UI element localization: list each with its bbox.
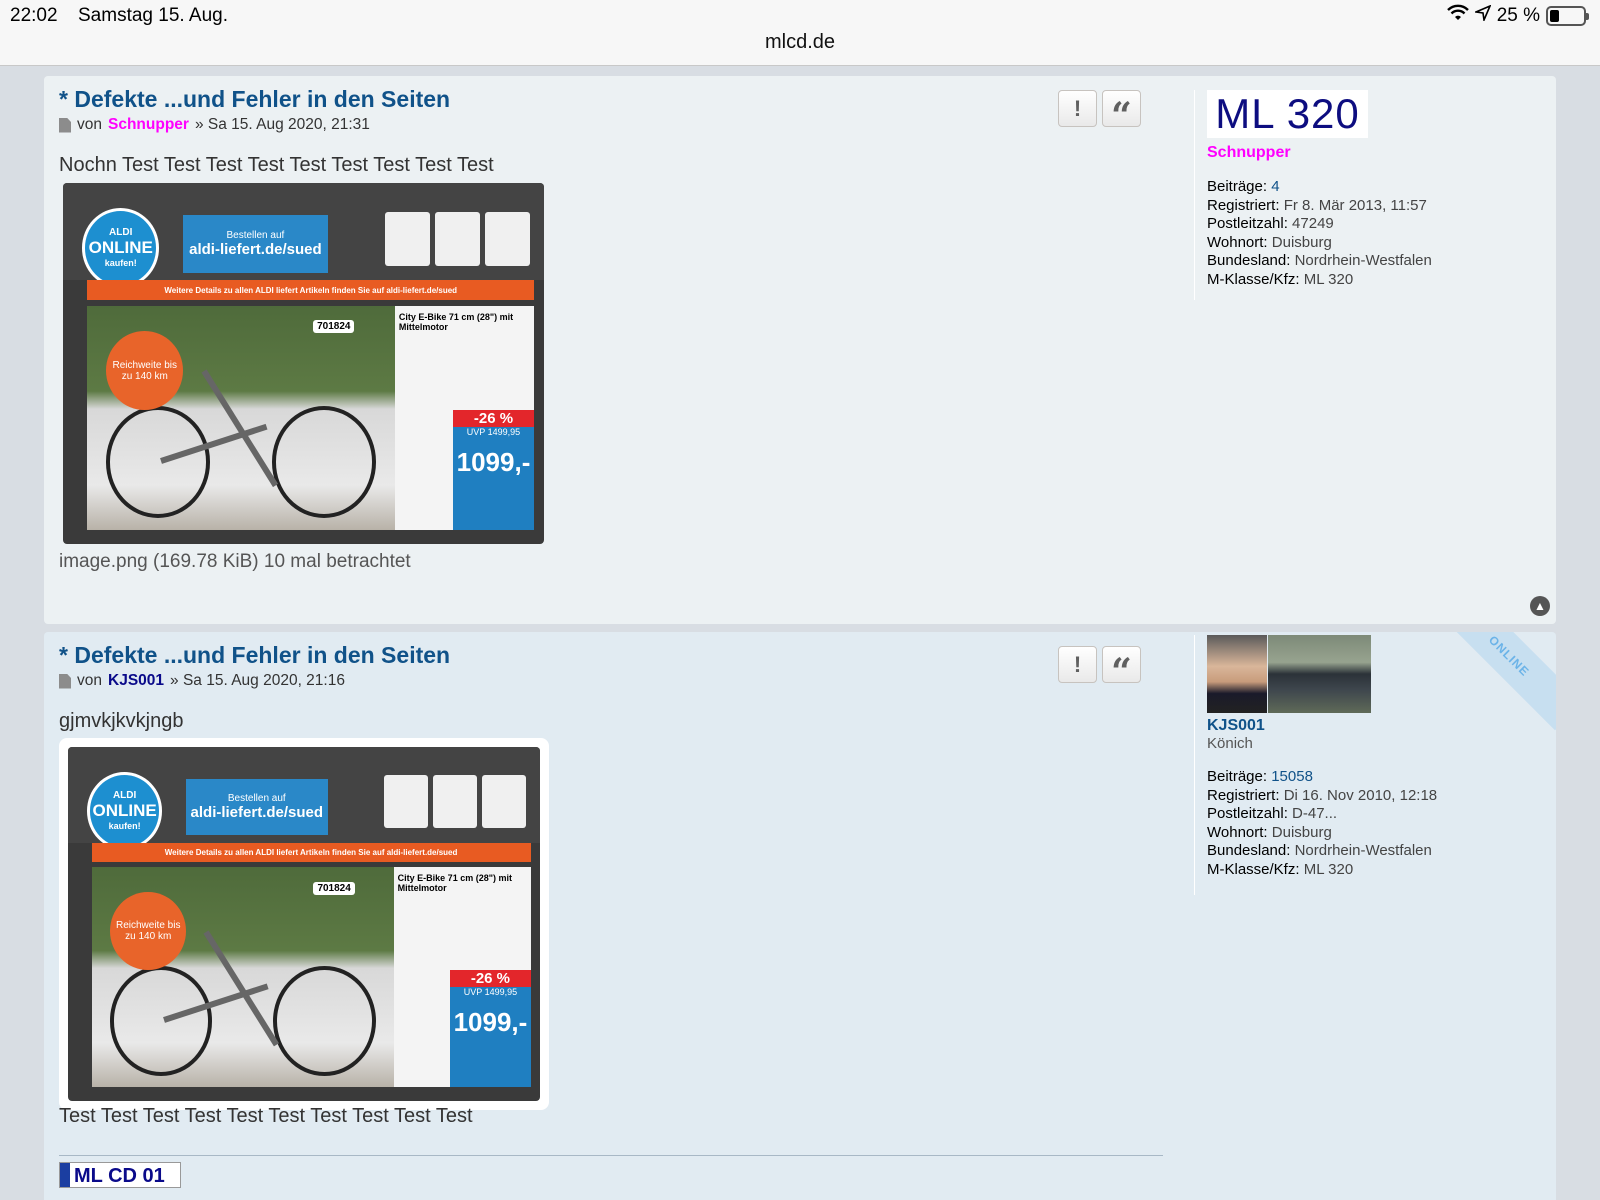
by-prefix: von xyxy=(77,672,102,689)
ad-product-title: City E-Bike 71 cm (28") mit Mittelmotor xyxy=(398,311,514,332)
ad-discount: -26 % xyxy=(450,970,531,988)
aldi-online-logo: ALDI ONLINE kaufen! xyxy=(82,208,160,288)
user-avatar[interactable]: ML 320 xyxy=(1207,90,1368,138)
back-to-top-icon[interactable]: ▲ xyxy=(1530,596,1550,616)
post-content-text: Nochn Test Test Test Test Test Test Test… xyxy=(59,154,494,176)
logo-top-text: ALDI xyxy=(109,227,133,239)
profile-field-city: Wohnort: Duisburg xyxy=(1207,233,1332,251)
ad-feature-icons xyxy=(384,775,526,829)
exclamation-icon: ! xyxy=(1073,95,1082,121)
profile-field-state: Bundesland: Nordrhein-Westfalen xyxy=(1207,252,1432,269)
ad-price: 1099,- xyxy=(453,1007,528,1038)
post-profile: ML 320 Schnupper Beiträge: 4 Registriert… xyxy=(1194,90,1432,300)
profile-field-city: Wohnort: Duisburg xyxy=(1207,823,1332,841)
ad-feature-icons xyxy=(385,211,530,267)
ad-orange-band: Weitere Details zu allen ALDI liefert Ar… xyxy=(91,842,531,863)
profile-field-zip: Postleitzahl: 47249 xyxy=(1207,215,1334,232)
aldi-online-logo: ALDI ONLINE kaufen! xyxy=(86,771,163,850)
ad-site-line1: Bestellen auf xyxy=(226,230,285,242)
logo-text: ONLINE xyxy=(88,238,153,258)
profile-field-registered: Registriert: Fr 8. Mär 2013, 11:57 xyxy=(1207,196,1427,214)
ad-pricebox: -26 % UVP 1499,95 1099,- xyxy=(452,410,535,530)
post-meta: von KJS001 » Sa 15. Aug 2020, 21:16 xyxy=(59,672,345,690)
ad-website-box: Bestellen auf aldi-liefert.de/sued xyxy=(186,778,328,836)
post-profile: KJS001 Könich Beiträge: 15058 Registrier… xyxy=(1194,635,1437,895)
ad-pricebox: -26 % UVP 1499,95 1099,- xyxy=(450,970,531,1087)
ad-site: aldi-liefert.de/sued xyxy=(189,241,322,259)
ad-product-title: City E-Bike 71 cm (28") mit Mittelmotor xyxy=(397,873,512,894)
profile-username[interactable]: Schnupper xyxy=(1207,144,1432,162)
user-avatar[interactable] xyxy=(1207,635,1267,713)
post-content-text-after: Test Test Test Test Test Test Test Test … xyxy=(59,1105,473,1127)
posts-count-link[interactable]: 15058 xyxy=(1271,768,1313,785)
forum-post: ONLINE * Defekte ...und Fehler in den Se… xyxy=(44,632,1556,1200)
profile-field-car: M-Klasse/Kfz: ML 320 xyxy=(1207,860,1354,878)
profile-username[interactable]: KJS001 xyxy=(1207,717,1437,735)
posts-count-link[interactable]: 4 xyxy=(1271,178,1279,195)
ad-discount: -26 % xyxy=(452,410,535,428)
signature-plate: ML CD 01 xyxy=(59,1162,181,1188)
ad-uvp: UVP 1499,95 xyxy=(463,987,518,998)
battery-percentage: 25 % xyxy=(1496,5,1540,26)
by-prefix: von xyxy=(77,116,102,133)
address-bar[interactable]: mlcd.de xyxy=(0,31,1600,54)
attachment-caption: image.png (169.78 KiB) 10 mal betrachtet xyxy=(59,551,411,572)
logo-sub-text: kaufen! xyxy=(108,821,141,832)
forum-post: * Defekte ...und Fehler in den Seiten vo… xyxy=(44,76,1556,624)
status-indicators: 25 % xyxy=(1446,4,1589,28)
report-button[interactable]: ! xyxy=(1058,90,1097,127)
attached-image[interactable]: ALDI ONLINE kaufen! Bestellen auf aldi-lief… xyxy=(68,747,540,1101)
logo-top-text: ALDI xyxy=(112,790,137,802)
exclamation-icon: ! xyxy=(1073,651,1082,677)
browser-status-bar: 22:02 Samstag 15. Aug. 25 % mlcd.de xyxy=(0,0,1600,66)
status-date: Samstag 15. Aug. xyxy=(78,5,228,26)
signature-divider xyxy=(59,1155,1163,1156)
post-title[interactable]: * Defekte ...und Fehler in den Seiten xyxy=(59,86,450,113)
online-ribbon: ONLINE xyxy=(1434,632,1556,731)
ad-website-box: Bestellen auf aldi-liefert.de/sued xyxy=(183,215,328,274)
report-button[interactable]: ! xyxy=(1058,646,1097,683)
profile-field-posts: Beiträge: 4 xyxy=(1207,178,1280,195)
post-date: » Sa 15. Aug 2020, 21:31 xyxy=(194,116,370,133)
profile-rank: Könich xyxy=(1207,735,1253,752)
profile-field-zip: Postleitzahl: D-47... xyxy=(1207,805,1338,822)
post-author-link[interactable]: Schnupper xyxy=(108,116,189,134)
wifi-icon xyxy=(1446,4,1469,28)
profile-field-registered: Registriert: Di 16. Nov 2010, 12:18 xyxy=(1207,786,1438,804)
battery-icon xyxy=(1546,6,1589,26)
logo-text: ONLINE xyxy=(92,801,157,821)
quote-button[interactable]: “ xyxy=(1102,90,1141,134)
range-badge: Reichweite bis zu 140 km xyxy=(106,331,184,411)
range-badge: Reichweite bis zu 140 km xyxy=(110,892,186,970)
ad-site: aldi-liefert.de/sued xyxy=(190,804,324,822)
post-meta: von Schnupper » Sa 15. Aug 2020, 21:31 xyxy=(59,116,370,134)
post-file-icon[interactable] xyxy=(59,673,71,689)
quote-icon: “ xyxy=(1111,94,1132,137)
profile-field-posts: Beiträge: 15058 xyxy=(1207,768,1313,785)
attached-image[interactable]: ALDI ONLINE kaufen! Bestellen auf aldi-lief… xyxy=(63,183,544,544)
ad-orange-band: Weitere Details zu allen ALDI liefert Ar… xyxy=(87,280,535,301)
ad-uvp: UVP 1499,95 xyxy=(466,427,521,438)
ad-sku: 701824 xyxy=(313,881,355,895)
quote-button[interactable]: “ xyxy=(1102,646,1141,690)
user-car-photo[interactable] xyxy=(1268,635,1371,713)
post-date: » Sa 15. Aug 2020, 21:16 xyxy=(170,672,345,689)
quote-icon: “ xyxy=(1111,650,1132,693)
logo-sub-text: kaufen! xyxy=(104,258,137,269)
ad-price: 1099,- xyxy=(456,447,531,478)
ad-sku: 701824 xyxy=(313,320,355,334)
profile-field-car: M-Klasse/Kfz: ML 320 xyxy=(1207,270,1354,288)
profile-field-state: Bundesland: Nordrhein-Westfalen xyxy=(1207,842,1432,859)
location-arrow-icon xyxy=(1472,4,1492,27)
ad-site-line1: Bestellen auf xyxy=(227,793,286,805)
post-content-text: gjmvkjkvkjngb xyxy=(59,710,184,732)
status-time: 22:02 xyxy=(10,5,58,26)
post-author-link[interactable]: KJS001 xyxy=(108,672,164,690)
post-title[interactable]: * Defekte ...und Fehler in den Seiten xyxy=(59,642,450,669)
post-file-icon[interactable] xyxy=(59,117,71,133)
